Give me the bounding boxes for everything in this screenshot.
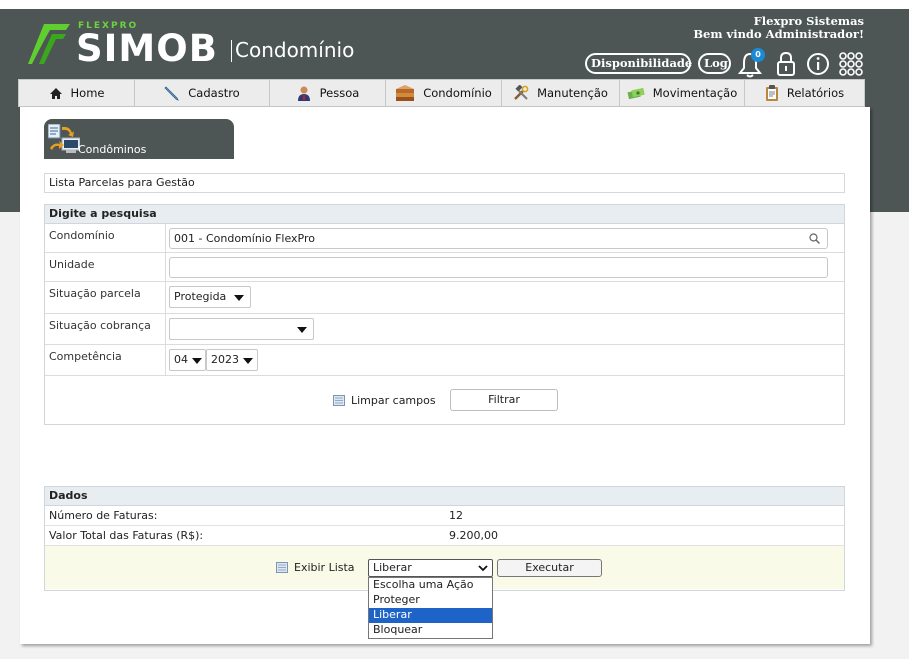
nav-label: Home bbox=[70, 86, 105, 100]
dropdown-option[interactable]: Escolha uma Ação bbox=[369, 578, 492, 593]
nav-label: Pessoa bbox=[319, 86, 360, 100]
action-select-value: Liberar bbox=[373, 561, 412, 574]
search-icon[interactable] bbox=[809, 233, 820, 244]
nav-movimentacao[interactable]: Movimentação bbox=[620, 80, 745, 106]
main-nav: Home Cadastro Pessoa Condomínio Manutenç… bbox=[18, 79, 865, 107]
brand-name: SIMOB bbox=[76, 27, 218, 70]
row-unidade: Unidade bbox=[45, 253, 844, 282]
nav-label: Relatórios bbox=[786, 86, 845, 100]
nav-cadastro[interactable]: Cadastro bbox=[135, 80, 270, 106]
invoice-total-label: Valor Total das Faturas (R$): bbox=[49, 529, 204, 542]
invoice-count-label: Número de Faturas: bbox=[49, 509, 158, 522]
info-icon[interactable] bbox=[805, 50, 831, 78]
pencil-icon bbox=[164, 86, 180, 101]
clear-fields-label: Limpar campos bbox=[351, 394, 436, 407]
dropdown-option-selected[interactable]: Liberar bbox=[369, 608, 492, 623]
buildings-icon bbox=[396, 85, 415, 101]
row-situacao-cobranca: Situação cobrança bbox=[45, 314, 844, 345]
chevron-down-icon bbox=[192, 358, 202, 364]
unidade-input[interactable] bbox=[169, 257, 828, 278]
nav-label: Movimentação bbox=[652, 86, 738, 100]
dropdown-option[interactable]: Proteger bbox=[369, 593, 492, 608]
nav-condominio[interactable]: Condomínio bbox=[386, 80, 502, 106]
logo-swoosh-icon bbox=[28, 24, 70, 64]
competencia-label: Competência bbox=[49, 350, 122, 363]
nav-label: Cadastro bbox=[188, 86, 240, 100]
situacao-cobranca-label: Situação cobrança bbox=[49, 319, 151, 332]
logo-divider bbox=[231, 40, 232, 62]
chevron-down-icon bbox=[234, 295, 244, 301]
show-list-button[interactable]: Exibir Lista bbox=[276, 561, 355, 574]
nav-home[interactable]: Home bbox=[19, 80, 135, 106]
chevron-down-icon bbox=[297, 327, 307, 333]
situacao-cobranca-select[interactable] bbox=[169, 318, 314, 340]
header-actions: Disponibilidade Log bbox=[585, 50, 875, 78]
list-icon bbox=[276, 562, 288, 573]
tab-condominos[interactable]: Condôminos bbox=[44, 119, 234, 159]
condominos-icon bbox=[48, 124, 80, 153]
nav-pessoa[interactable]: Pessoa bbox=[270, 80, 386, 106]
clipboard-icon bbox=[765, 85, 778, 101]
situacao-parcela-label: Situação parcela bbox=[49, 287, 141, 300]
invoice-count-value: 12 bbox=[449, 509, 463, 522]
list-icon bbox=[333, 395, 345, 406]
search-section: Digite a pesquisa Condomínio 001 - Condo… bbox=[44, 204, 845, 425]
top-strip bbox=[0, 0, 909, 9]
chevron-down-icon bbox=[478, 565, 488, 572]
page-title: Lista Parcelas para Gestão bbox=[44, 173, 845, 193]
money-icon bbox=[627, 87, 645, 100]
home-icon bbox=[49, 87, 62, 99]
row-condominio: Condomínio 001 - Condomínio FlexPro bbox=[45, 224, 844, 253]
availability-button[interactable]: Disponibilidade bbox=[585, 53, 692, 74]
row-competencia: Competência 04 2023 bbox=[45, 345, 844, 376]
nav-manutencao[interactable]: Manutenção bbox=[502, 80, 620, 106]
execute-button[interactable]: Executar bbox=[497, 559, 602, 577]
invoice-total-value: 9.200,00 bbox=[449, 529, 498, 542]
main-panel: Condôminos Lista Parcelas para Gestão Di… bbox=[20, 107, 870, 644]
competencia-month-select[interactable]: 04 bbox=[169, 349, 206, 371]
tab-label: Condôminos bbox=[78, 143, 147, 156]
action-dropdown-list: Escolha uma Ação Proteger Liberar Bloque… bbox=[368, 577, 493, 639]
nav-relatorios[interactable]: Relatórios bbox=[745, 80, 864, 106]
condominio-value: 001 - Condomínio FlexPro bbox=[174, 232, 315, 245]
user-greeting: Flexpro Sistemas Bem vindo Administrador… bbox=[693, 15, 864, 41]
tools-icon bbox=[514, 85, 529, 100]
competencia-year-select[interactable]: 2023 bbox=[206, 349, 258, 371]
situacao-parcela-select[interactable]: Protegida bbox=[169, 286, 251, 308]
condominio-input[interactable]: 001 - Condomínio FlexPro bbox=[169, 228, 828, 249]
condominio-label: Condomínio bbox=[49, 229, 115, 242]
unidade-label: Unidade bbox=[49, 258, 95, 271]
notification-badge: 0 bbox=[751, 48, 765, 62]
show-list-label: Exibir Lista bbox=[294, 561, 355, 574]
clear-fields-button[interactable]: Limpar campos bbox=[333, 394, 436, 407]
nav-label: Condomínio bbox=[423, 86, 492, 100]
data-row: Número de Faturas: 12 bbox=[45, 506, 844, 526]
app-logo: FLEXPRO SIMOB Condomínio bbox=[26, 20, 366, 70]
dropdown-option[interactable]: Bloquear bbox=[369, 623, 492, 638]
product-name: Condomínio bbox=[235, 38, 355, 62]
search-header: Digite a pesquisa bbox=[45, 205, 844, 224]
filter-button[interactable]: Filtrar bbox=[450, 389, 558, 411]
chevron-down-icon bbox=[243, 358, 253, 364]
data-header: Dados bbox=[45, 487, 844, 506]
competencia-year-value: 2023 bbox=[211, 353, 239, 366]
apps-grid-icon[interactable] bbox=[838, 50, 864, 78]
lock-icon[interactable] bbox=[773, 50, 799, 78]
situacao-parcela-value: Protegida bbox=[174, 290, 227, 303]
log-button[interactable]: Log bbox=[698, 53, 731, 74]
welcome-text: Bem vindo Administrador! bbox=[693, 27, 864, 41]
competencia-month-value: 04 bbox=[174, 353, 188, 366]
search-actions: Limpar campos Filtrar bbox=[45, 376, 844, 424]
data-section: Dados Número de Faturas: 12 Valor Total … bbox=[44, 486, 845, 591]
nav-label: Manutenção bbox=[537, 86, 608, 100]
data-row: Valor Total das Faturas (R$): 9.200,00 bbox=[45, 526, 844, 546]
person-icon bbox=[297, 86, 310, 101]
row-situacao-parcela: Situação parcela Protegida bbox=[45, 282, 844, 314]
action-select[interactable]: Liberar bbox=[368, 559, 493, 577]
